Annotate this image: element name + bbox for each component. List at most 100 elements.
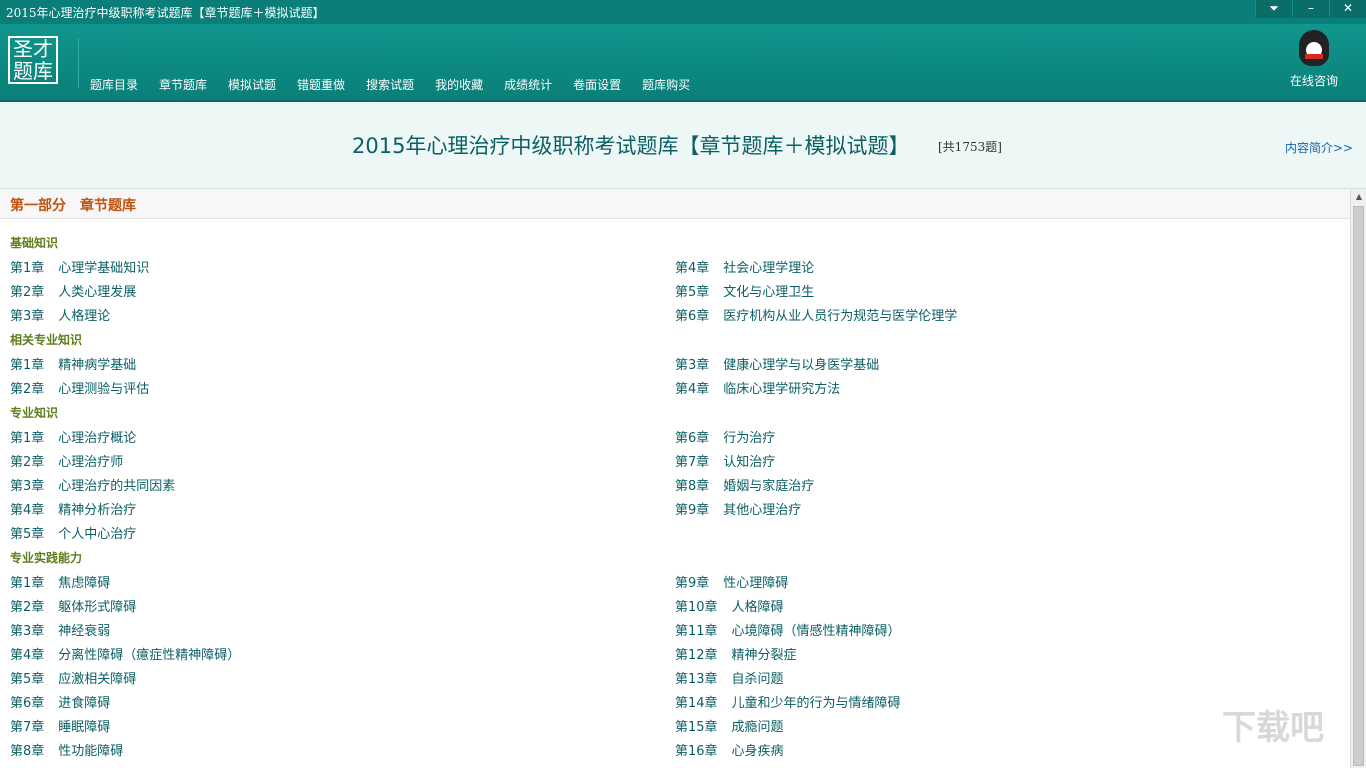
chapter-link[interactable]: 第8章 婚姻与家庭治疗 — [675, 475, 814, 494]
chapter-number: 第1章 — [10, 576, 45, 591]
header-banner: 2015年心理治疗中级职称考试题库【章节题库＋模拟试题】 [共1753题] 内容… — [0, 102, 1366, 189]
chapter-number: 第2章 — [10, 382, 45, 397]
chapter-link[interactable]: 第15章 成瘾问题 — [675, 716, 784, 735]
chapter-link[interactable]: 第16章 心身疾病 — [675, 740, 784, 759]
nav-item-1[interactable]: 题库目录 — [90, 76, 138, 93]
chapter-link[interactable]: 第9章 其他心理治疗 — [675, 499, 801, 518]
question-count: [共1753题] — [938, 140, 1002, 154]
chapter-link[interactable]: 第2章 人类心理发展 — [10, 281, 136, 300]
chapter-name: 应激相关障碍 — [58, 672, 137, 687]
chapter-number: 第5章 — [10, 672, 45, 687]
chapter-number: 第4章 — [675, 261, 710, 276]
chapter-link[interactable]: 第9章 性心理障碍 — [675, 572, 788, 591]
chapter-link[interactable]: 第10章 人格障碍 — [675, 596, 784, 615]
chapter-link[interactable]: 第6章 行为治疗 — [675, 427, 775, 446]
close-button[interactable]: ✕ — [1329, 0, 1366, 17]
chapter-link[interactable]: 第2章 躯体形式障碍 — [10, 596, 136, 615]
chapter-name: 健康心理学与以身医学基础 — [723, 358, 880, 373]
chapter-link[interactable]: 第6章 医疗机构从业人员行为规范与医学伦理学 — [675, 305, 957, 324]
chapter-link[interactable]: 第7章 睡眠障碍 — [10, 716, 110, 735]
chapter-number: 第9章 — [675, 576, 710, 591]
chapter-name: 心身疾病 — [731, 744, 784, 759]
chapter-link[interactable]: 第8章 性功能障碍 — [10, 740, 123, 759]
chapter-link[interactable]: 第7章 认知治疗 — [675, 451, 775, 470]
chapter-number: 第2章 — [10, 455, 45, 470]
chapter-link[interactable]: 第13章 自杀问题 — [675, 668, 784, 687]
chapter-link[interactable]: 第4章 精神分析治疗 — [10, 499, 136, 518]
logo-line1: 圣才 — [13, 37, 53, 61]
chapter-number: 第1章 — [10, 358, 45, 373]
chapter-link[interactable]: 第3章 心理治疗的共同因素 — [10, 475, 175, 494]
category-heading: 专业实践能力 — [10, 551, 83, 565]
chapter-link[interactable]: 第3章 健康心理学与以身医学基础 — [675, 354, 879, 373]
chapter-link[interactable]: 第5章 个人中心治疗 — [10, 523, 136, 542]
chapter-link[interactable]: 第14章 儿童和少年的行为与情绪障碍 — [675, 692, 901, 711]
top-navigation: 圣才 题库 题库目录 章节题库 模拟试题 错题重做 搜索试题 我的收藏 成绩统计 卷面设置 题库… — [0, 24, 1366, 102]
nav-item-4[interactable]: 错题重做 — [297, 76, 345, 93]
window-title: 2015年心理治疗中级职称考试题库【章节题库＋模拟试题】 — [6, 6, 325, 20]
chapter-name: 临床心理学研究方法 — [723, 382, 841, 397]
chapter-number: 第1章 — [10, 431, 45, 446]
qq-penguin-icon — [1299, 30, 1329, 66]
chapter-name: 心理测验与评估 — [58, 382, 150, 397]
chapter-link[interactable]: 第3章 人格理论 — [10, 305, 110, 324]
chapter-link[interactable]: 第1章 焦虑障碍 — [10, 572, 110, 591]
chapter-link[interactable]: 第4章 社会心理学理论 — [675, 257, 814, 276]
chapter-link[interactable]: 第4章 临床心理学研究方法 — [675, 378, 840, 397]
scroll-up-icon[interactable]: ▲ — [1351, 189, 1366, 205]
nav-item-7[interactable]: 成绩统计 — [504, 76, 552, 93]
category-heading: 相关专业知识 — [10, 333, 83, 347]
app-logo: 圣才 题库 — [8, 36, 58, 84]
chapter-name: 文化与心理卫生 — [723, 285, 815, 300]
chapter-link[interactable]: 第1章 心理学基础知识 — [10, 257, 149, 276]
chapter-number: 第3章 — [675, 358, 710, 373]
watermark: 下载吧 — [1222, 708, 1324, 748]
page-title: 2015年心理治疗中级职称考试题库【章节题库＋模拟试题】 — [352, 134, 910, 158]
chapter-number: 第8章 — [675, 479, 710, 494]
menu-icon[interactable]: ⏷ — [1255, 0, 1292, 17]
chapter-number: 第1章 — [10, 261, 45, 276]
chapter-number: 第4章 — [10, 503, 45, 518]
vertical-scrollbar[interactable]: ▲ — [1350, 189, 1366, 768]
chapter-link[interactable]: 第6章 进食障碍 — [10, 692, 110, 711]
nav-item-3[interactable]: 模拟试题 — [228, 76, 276, 93]
chapter-name: 其他心理治疗 — [723, 503, 802, 518]
chapter-number: 第3章 — [10, 479, 45, 494]
title-bar: 2015年心理治疗中级职称考试题库【章节题库＋模拟试题】 ⏷ – ✕ — [0, 0, 1366, 24]
chapter-number: 第3章 — [10, 624, 45, 639]
chapter-number: 第12章 — [675, 648, 718, 663]
intro-link[interactable]: 内容简介>> — [1285, 139, 1353, 156]
nav-item-5[interactable]: 搜索试题 — [366, 76, 414, 93]
chapter-link[interactable]: 第1章 心理治疗概论 — [10, 427, 136, 446]
chapter-link[interactable]: 第12章 精神分裂症 — [675, 644, 797, 663]
chapter-link[interactable]: 第2章 心理治疗师 — [10, 451, 123, 470]
chapter-name: 人格障碍 — [731, 600, 784, 615]
chapter-link[interactable]: 第11章 心境障碍（情感性精神障碍） — [675, 620, 901, 639]
category-heading: 基础知识 — [10, 236, 59, 250]
nav-item-8[interactable]: 卷面设置 — [573, 76, 621, 93]
chapter-link[interactable]: 第4章 分离性障碍（癔症性精神障碍） — [10, 644, 240, 663]
window-controls: ⏷ – ✕ — [1255, 0, 1366, 18]
chapter-number: 第4章 — [675, 382, 710, 397]
section-header: 第一部分 章节题库 — [0, 189, 1350, 219]
chapter-link[interactable]: 第3章 神经衰弱 — [10, 620, 110, 639]
chapter-link[interactable]: 第5章 应激相关障碍 — [10, 668, 136, 687]
chapter-link[interactable]: 第2章 心理测验与评估 — [10, 378, 149, 397]
chapter-name: 性功能障碍 — [58, 744, 124, 759]
chapter-name: 焦虑障碍 — [58, 576, 111, 591]
chapter-name: 行为治疗 — [723, 431, 776, 446]
category-heading: 专业知识 — [10, 406, 59, 420]
minimize-button[interactable]: – — [1292, 0, 1329, 17]
chapter-link[interactable]: 第1章 精神病学基础 — [10, 354, 136, 373]
scrollbar-thumb[interactable] — [1353, 206, 1364, 766]
chapter-link[interactable]: 第5章 文化与心理卫生 — [675, 281, 814, 300]
chapter-name: 神经衰弱 — [58, 624, 111, 639]
chapter-number: 第16章 — [675, 744, 718, 759]
logo-line2: 题库 — [13, 59, 53, 83]
chapter-number: 第5章 — [10, 527, 45, 542]
chapter-name: 进食障碍 — [58, 696, 111, 711]
nav-item-6[interactable]: 我的收藏 — [435, 76, 483, 93]
nav-item-9[interactable]: 题库购买 — [642, 76, 690, 93]
nav-item-2[interactable]: 章节题库 — [159, 76, 207, 93]
online-consult[interactable]: 在线咨询 — [1274, 30, 1354, 89]
